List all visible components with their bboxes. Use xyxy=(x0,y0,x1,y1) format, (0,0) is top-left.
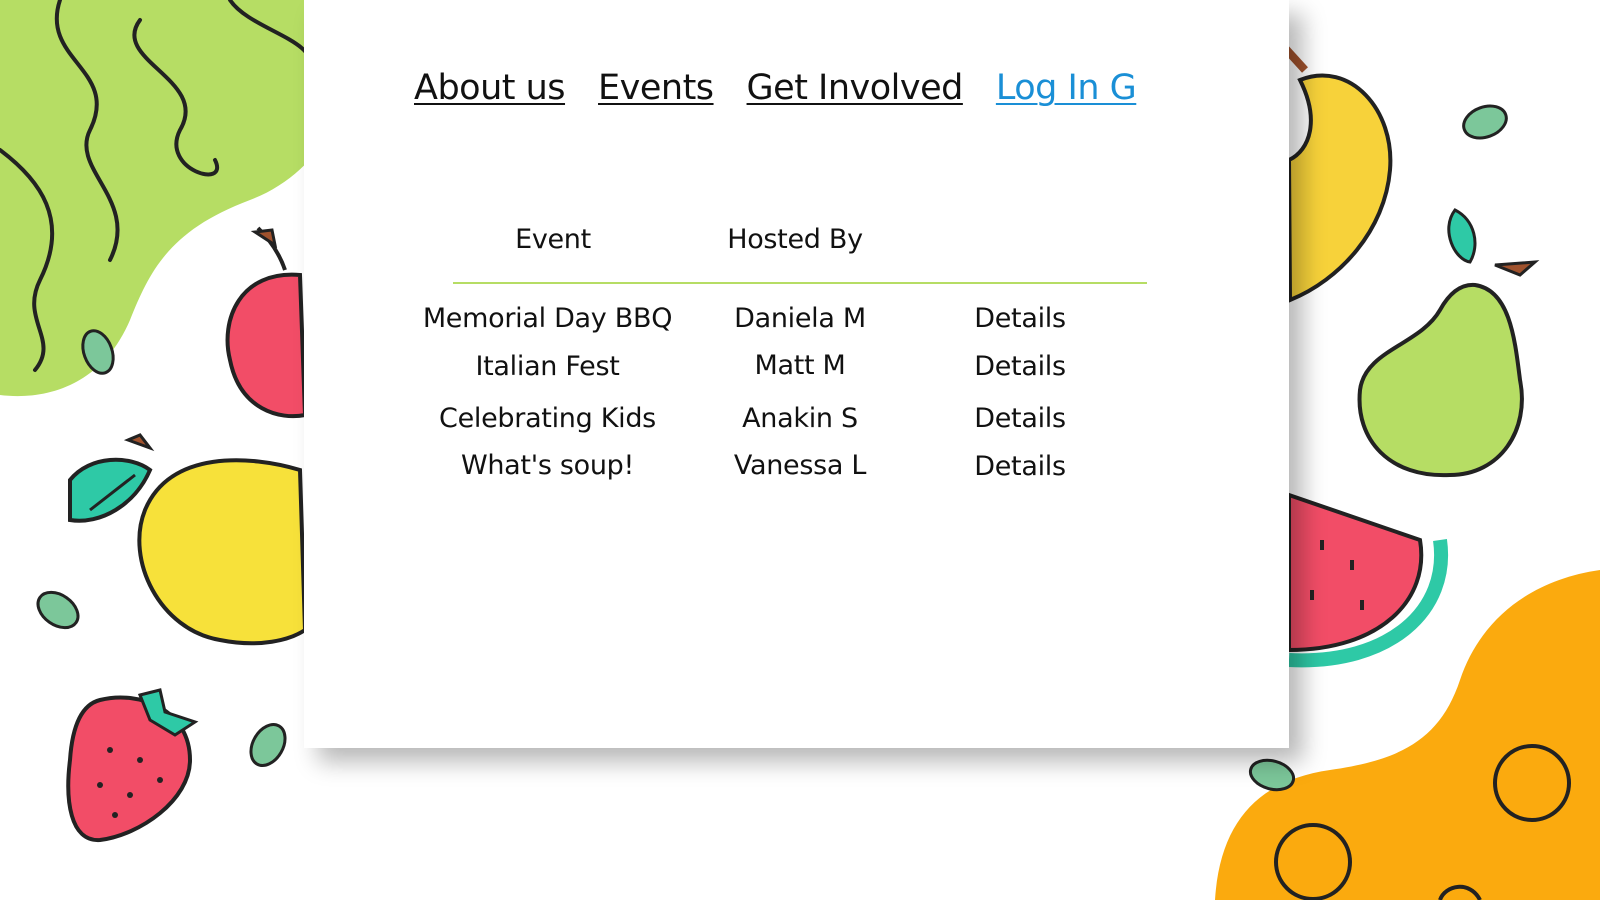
table-row-host: Vanessa L xyxy=(733,450,867,481)
nav-events-link[interactable]: Events xyxy=(598,68,714,108)
nav-login-link[interactable]: Log In G xyxy=(996,68,1137,108)
banana-icon xyxy=(1282,45,1393,303)
nav-get-involved-link[interactable]: Get Involved xyxy=(747,68,964,108)
table-row-event: Italian Fest xyxy=(475,351,620,382)
column-header-hosted-by: Hosted By xyxy=(727,224,863,255)
details-link[interactable]: Details xyxy=(940,351,1100,382)
table-row-event: What's soup! xyxy=(460,450,635,481)
table-row-event: Memorial Day BBQ xyxy=(422,303,673,334)
details-link[interactable]: Details xyxy=(940,451,1100,482)
details-link[interactable]: Details xyxy=(940,303,1100,334)
table-row-host: Matt M xyxy=(754,350,846,381)
table-row-host: Daniela M xyxy=(734,303,866,334)
column-header-event: Event xyxy=(515,224,591,255)
top-nav: About us Events Get Involved Log In G xyxy=(414,68,1137,118)
table-row-event: Celebrating Kids xyxy=(439,403,656,434)
apple-icon xyxy=(225,226,308,419)
header-divider xyxy=(453,282,1147,284)
pear-icon xyxy=(1357,208,1540,478)
strawberry-icon xyxy=(66,688,199,843)
table-row-host: Anakin S xyxy=(742,403,858,434)
details-link[interactable]: Details xyxy=(940,403,1100,434)
watermelon-icon xyxy=(1287,492,1449,668)
nav-about-link[interactable]: About us xyxy=(414,68,566,108)
lemon-icon xyxy=(68,433,308,646)
